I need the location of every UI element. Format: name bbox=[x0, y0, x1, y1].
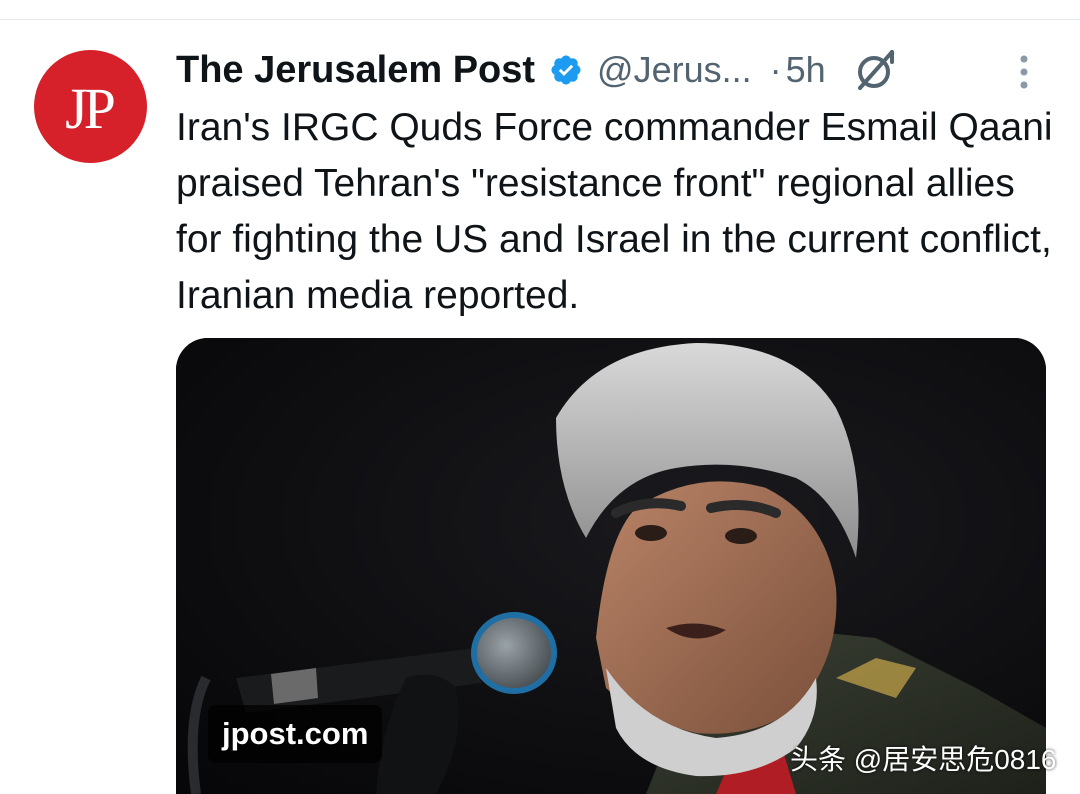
author-handle[interactable]: @Jerus... bbox=[597, 49, 752, 91]
verified-badge-icon bbox=[551, 55, 581, 85]
tweet-timestamp[interactable]: 5h bbox=[786, 49, 826, 91]
author-avatar[interactable]: JP bbox=[34, 50, 147, 163]
tweet-header: The Jerusalem Post @Jerus... · 5h bbox=[176, 44, 1046, 96]
top-divider bbox=[0, 0, 1080, 20]
more-vertical-icon[interactable] bbox=[1016, 54, 1032, 90]
tweet-text: Iran's IRGC Quds Force commander Esmail … bbox=[176, 106, 1053, 317]
avatar-logo-text: JP bbox=[65, 76, 116, 141]
media-source-badge[interactable]: jpost.com bbox=[208, 705, 383, 763]
header-separator: · bbox=[769, 49, 782, 90]
watermark-text: 头条 @居安思危0816 bbox=[790, 744, 1057, 775]
author-display-name[interactable]: The Jerusalem Post bbox=[176, 49, 535, 92]
grok-icon[interactable] bbox=[852, 46, 900, 94]
